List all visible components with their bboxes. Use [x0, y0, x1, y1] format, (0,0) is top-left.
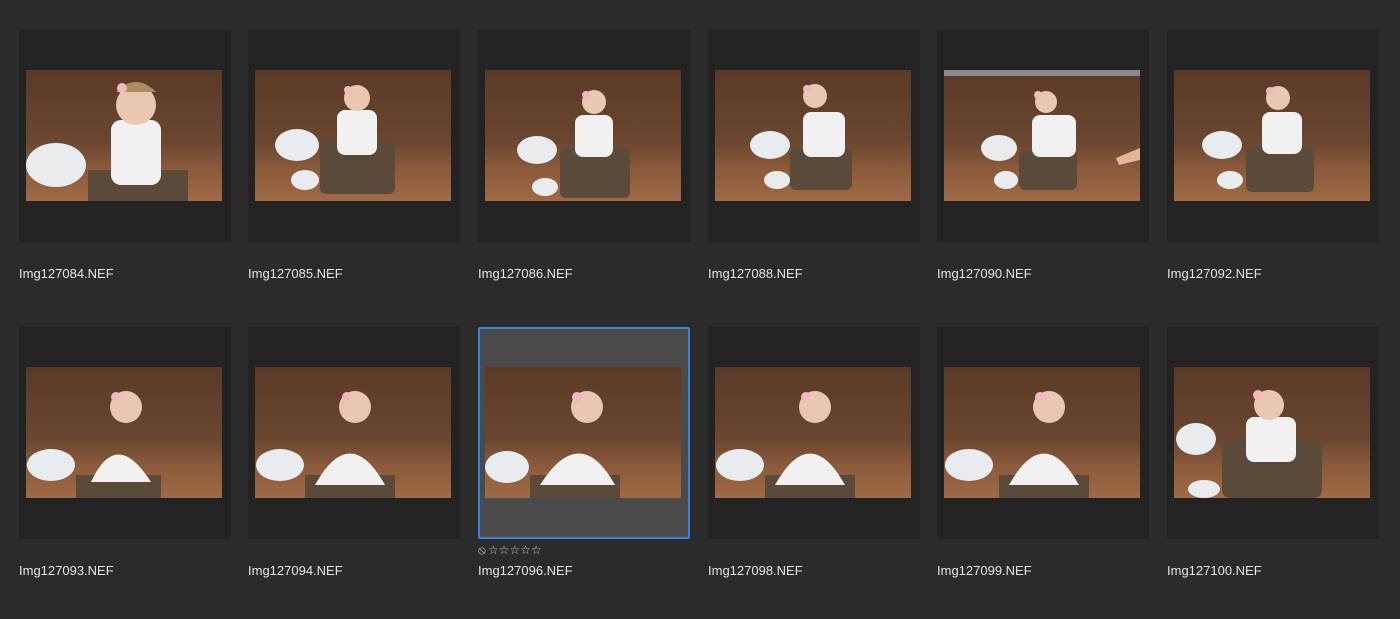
thumbnail-filename: Img127084.NEF [19, 266, 114, 281]
thumbnail-frame[interactable] [248, 327, 460, 539]
thumbnail-filename: Img127085.NEF [248, 266, 343, 281]
photo-thumbnail[interactable] [26, 367, 222, 498]
thumbnail-cell[interactable]: Img127093.NEF [19, 327, 231, 578]
thumbnail-filename: Img127093.NEF [19, 563, 114, 578]
thumbnail-cell[interactable]: Img127086.NEF [478, 30, 690, 281]
photo-thumbnail[interactable] [255, 367, 451, 498]
thumbnail-cell[interactable]: Img127092.NEF [1167, 30, 1379, 281]
photo-thumbnail[interactable] [944, 70, 1140, 201]
thumbnail-cell[interactable]: Img127090.NEF [937, 30, 1149, 281]
thumbnail-cell[interactable]: Img127099.NEF [937, 327, 1149, 578]
thumbnail-cell[interactable]: Img127098.NEF [708, 327, 920, 578]
thumbnail-filename: Img127090.NEF [937, 266, 1032, 281]
thumbnail-cell[interactable]: Img127094.NEF [248, 327, 460, 578]
thumbnail-filename: Img127096.NEF [478, 563, 573, 578]
rating-bar[interactable]: ⦸ ☆☆☆☆☆ [478, 542, 542, 558]
thumbnail-filename: Img127092.NEF [1167, 266, 1262, 281]
photo-thumbnail[interactable] [715, 367, 911, 498]
thumbnail-frame[interactable] [19, 327, 231, 539]
thumbnail-cell[interactable]: Img127084.NEF [19, 30, 231, 281]
reject-flag-icon[interactable]: ⦸ [478, 543, 486, 558]
photo-thumbnail[interactable] [26, 70, 222, 201]
thumbnail-frame[interactable] [248, 30, 460, 242]
photo-thumbnail[interactable] [485, 70, 681, 201]
thumbnail-frame[interactable] [1167, 327, 1379, 539]
thumbnail-cell[interactable]: Img127085.NEF [248, 30, 460, 281]
thumbnail-filename: Img127086.NEF [478, 266, 573, 281]
thumbnail-frame[interactable] [937, 30, 1149, 242]
photo-thumbnail[interactable] [1174, 367, 1370, 498]
thumbnail-cell[interactable]: Img127088.NEF [708, 30, 920, 281]
photo-thumbnail[interactable] [715, 70, 911, 201]
photo-thumbnail[interactable] [485, 367, 681, 498]
thumbnail-filename: Img127098.NEF [708, 563, 803, 578]
photo-thumbnail[interactable] [1174, 70, 1370, 201]
thumbnail-frame[interactable] [1167, 30, 1379, 242]
thumbnail-frame[interactable] [478, 30, 690, 242]
thumbnail-cell[interactable]: ⦸ ☆☆☆☆☆ Img127096.NEF [478, 327, 690, 578]
thumbnail-frame[interactable] [937, 327, 1149, 539]
thumbnail-filename: Img127094.NEF [248, 563, 343, 578]
star-rating-icon[interactable]: ☆☆☆☆☆ [488, 543, 542, 557]
thumbnail-cell[interactable]: Img127100.NEF [1167, 327, 1379, 578]
thumbnail-frame[interactable] [708, 327, 920, 539]
thumbnail-filename: Img127099.NEF [937, 563, 1032, 578]
thumbnail-filename: Img127088.NEF [708, 266, 803, 281]
thumbnail-grid: Img127084.NEF Img127085.NEF Img127086.NE… [0, 0, 1400, 619]
thumbnail-filename: Img127100.NEF [1167, 563, 1262, 578]
thumbnail-frame[interactable] [708, 30, 920, 242]
thumbnail-frame[interactable] [19, 30, 231, 242]
photo-thumbnail[interactable] [944, 367, 1140, 498]
photo-thumbnail[interactable] [255, 70, 451, 201]
thumbnail-frame-selected[interactable] [478, 327, 690, 539]
